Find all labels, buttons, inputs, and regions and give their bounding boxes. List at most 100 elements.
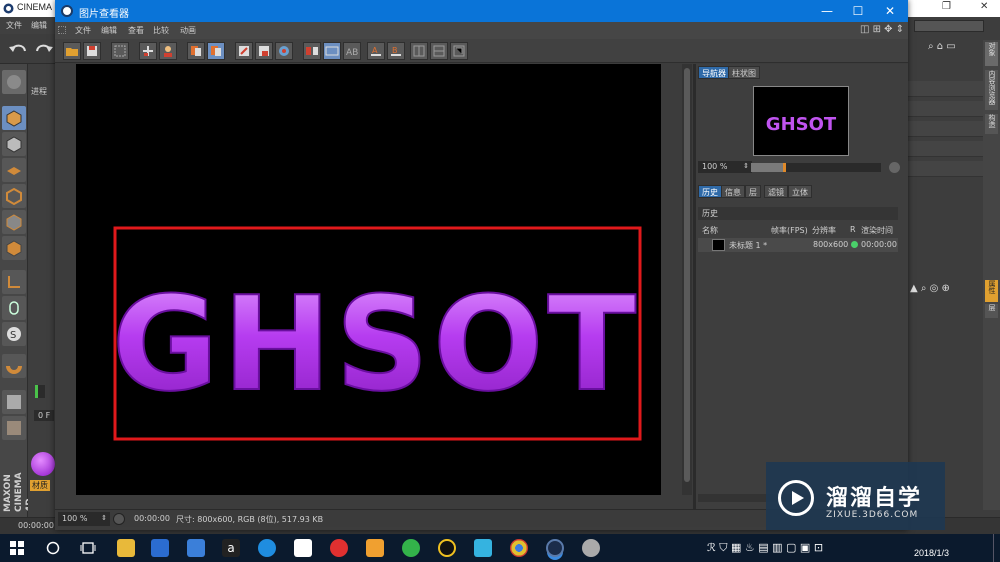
zoom-slider-handle[interactable]: [782, 163, 786, 172]
tab-histogram[interactable]: 柱状图: [728, 66, 760, 79]
object-row-1[interactable]: [908, 81, 983, 97]
navigator-thumbnail[interactable]: GHSOT: [753, 86, 849, 156]
object-row-5[interactable]: [908, 161, 983, 177]
c4d-menu-edit[interactable]: 编辑: [31, 20, 47, 31]
remove-all-icon[interactable]: [255, 42, 273, 60]
sculpt-tool-icon[interactable]: [2, 70, 26, 94]
object-row-2[interactable]: [908, 101, 983, 117]
open-file-icon[interactable]: [63, 42, 81, 60]
app-icon[interactable]: [366, 539, 384, 557]
menu-animation[interactable]: 动画: [180, 25, 196, 36]
navigator-zoom-field[interactable]: 100 % ⇕: [698, 161, 752, 173]
snap-icon[interactable]: S: [2, 322, 26, 346]
menu-file[interactable]: 文件: [75, 25, 91, 36]
image-vertical-scrollbar[interactable]: [682, 64, 692, 495]
c4d-menu-file[interactable]: 文件: [6, 20, 22, 31]
model-mode-icon[interactable]: [2, 106, 26, 130]
restore-icon[interactable]: ❐: [942, 1, 951, 12]
zoom-field[interactable]: 100 % ⇕: [58, 512, 110, 526]
explorer-icon[interactable]: [117, 539, 135, 557]
polygons-mode-icon[interactable]: [2, 236, 26, 260]
settings-icon[interactable]: [275, 42, 293, 60]
vtab-layers[interactable]: 层: [985, 304, 998, 318]
object-row-3[interactable]: [908, 121, 983, 137]
zoom-reset-button[interactable]: [889, 162, 900, 173]
vtab-content-browser[interactable]: 内容浏览器: [985, 70, 998, 110]
minimize-button[interactable]: —: [810, 0, 844, 22]
vtab-structure[interactable]: 构造: [985, 114, 998, 134]
maximize-button[interactable]: ☐: [841, 0, 875, 22]
show-desktop-button[interactable]: [993, 534, 1000, 562]
tab-stereo[interactable]: 立体: [788, 185, 812, 198]
clone-icon[interactable]: [139, 42, 157, 60]
toggle-ab-icon[interactable]: [410, 42, 428, 60]
render-region-icon[interactable]: [111, 42, 129, 60]
col-name[interactable]: 名称: [702, 225, 718, 236]
points-mode-icon[interactable]: [2, 184, 26, 208]
picture-viewer-icon[interactable]: [582, 539, 600, 557]
copy-to-icon[interactable]: [187, 42, 205, 60]
tab-history[interactable]: 历史: [698, 185, 722, 198]
texture-mode-icon[interactable]: [2, 132, 26, 156]
play-button[interactable]: [113, 513, 125, 525]
windows-icon[interactable]: [10, 541, 24, 555]
history-row[interactable]: 未标题 1 * 800x600 00:00:00: [698, 238, 898, 252]
edge-icon[interactable]: [258, 539, 276, 557]
remove-image-icon[interactable]: [235, 42, 253, 60]
planar-workplane-icon[interactable]: [2, 416, 26, 440]
tab-navigator[interactable]: 导航器: [698, 66, 730, 79]
navigator-zoom-slider[interactable]: [751, 163, 881, 172]
redo-icon[interactable]: [34, 41, 54, 57]
col-resolution[interactable]: 分辨率: [812, 225, 836, 236]
layout-icons[interactable]: ◫ ⊞ ✥ ⇕: [860, 24, 904, 35]
mail-icon[interactable]: [294, 539, 312, 557]
menu-view[interactable]: 查看: [128, 25, 144, 36]
col-render-time[interactable]: 渲染时间: [861, 225, 893, 236]
copy-active-icon[interactable]: [207, 42, 225, 60]
compare-swap-icon[interactable]: AB: [343, 42, 361, 60]
amazon-icon[interactable]: a: [222, 539, 240, 557]
magnet-icon[interactable]: [2, 354, 26, 378]
tweak-mode-icon[interactable]: [2, 296, 26, 320]
save-file-icon[interactable]: [83, 42, 101, 60]
tab-filter[interactable]: 滤镜: [764, 185, 788, 198]
menu-compare[interactable]: 比较: [153, 25, 169, 36]
set-b-icon[interactable]: B: [387, 42, 405, 60]
close-icon[interactable]: ✕: [980, 1, 988, 12]
split-icon[interactable]: [430, 42, 448, 60]
player-icon[interactable]: [474, 539, 492, 557]
workplane-icon[interactable]: [2, 158, 26, 182]
layout-dropdown[interactable]: [914, 20, 984, 32]
wechat-icon[interactable]: [402, 539, 420, 557]
lock-workplane-icon[interactable]: [2, 390, 26, 414]
material-ball[interactable]: [31, 452, 55, 476]
col-fps[interactable]: 帧率(FPS): [771, 225, 808, 236]
netease-icon[interactable]: [330, 539, 348, 557]
tab-info[interactable]: 信息: [721, 185, 745, 198]
cinema4d-icon[interactable]: [546, 539, 564, 557]
compare-ab-icon[interactable]: [323, 42, 341, 60]
chrome-icon[interactable]: [510, 539, 528, 557]
tray-icons[interactable]: ℛ ⛉ ▦ ♨ ▤ ▥ ▢ ▣ ⊡: [707, 541, 823, 555]
vtab-attributes[interactable]: 属性: [985, 280, 998, 302]
monitor-icon[interactable]: [187, 539, 205, 557]
vtab-objects[interactable]: 对象: [985, 42, 998, 66]
col-r[interactable]: R: [850, 225, 856, 234]
difference-icon[interactable]: [450, 42, 468, 60]
object-row-4[interactable]: [908, 141, 983, 157]
close-button[interactable]: ✕: [873, 0, 907, 22]
render-image-canvas[interactable]: GHSOT: [76, 64, 661, 495]
taskview-icon[interactable]: [80, 541, 96, 555]
edges-mode-icon[interactable]: [2, 210, 26, 234]
undo-icon[interactable]: [8, 41, 28, 57]
store-icon[interactable]: [151, 539, 169, 557]
tab-layer[interactable]: 层: [745, 185, 761, 198]
scroll-thumb[interactable]: [684, 68, 690, 482]
axis-mode-icon[interactable]: [2, 270, 26, 294]
set-a-icon[interactable]: A: [367, 42, 385, 60]
compare-a-icon[interactable]: [303, 42, 321, 60]
c4d-frame-field[interactable]: 0 F: [34, 410, 55, 421]
user-render-icon[interactable]: [159, 42, 177, 60]
menu-edit[interactable]: 编辑: [101, 25, 117, 36]
search-icon[interactable]: [46, 541, 60, 555]
